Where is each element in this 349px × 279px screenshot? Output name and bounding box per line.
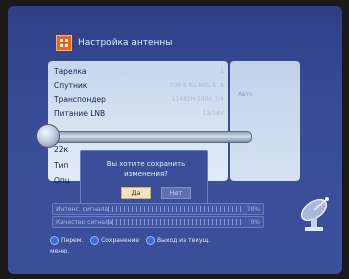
- no-button[interactable]: Нет: [161, 187, 191, 199]
- setting-value: 1: [220, 67, 224, 75]
- setting-row-lnb-power[interactable]: Питание LNB 13/18V: [54, 107, 224, 119]
- signal-quality-meter: [108, 219, 244, 225]
- antenna-setup-screen: Настройка антенны Тарелка 1 Спутник 036 …: [8, 6, 342, 274]
- yes-button[interactable]: Да: [121, 187, 151, 199]
- menu-icon: [56, 35, 72, 51]
- side-value: Авто: [238, 91, 253, 98]
- setting-label: Транспондер: [54, 94, 106, 104]
- page-header: Настройка антенны: [56, 32, 172, 54]
- footer-move: Перем.: [50, 236, 83, 245]
- side-panel: Авто: [230, 61, 300, 181]
- nav-icon: [50, 236, 59, 245]
- footer-exit: Выход из текущ.: [146, 236, 210, 245]
- signal-quality-bar: Качество сигнала 0%: [52, 216, 264, 228]
- signal-quality-value: 0%: [250, 218, 260, 226]
- signal-intensity-bar: Интенс. сигнала 78%: [52, 203, 264, 215]
- satellite-dish-icon: [300, 197, 329, 231]
- dialog-message: Вы хотите сохранить изменения?: [106, 160, 186, 178]
- setting-label: Тарелка: [54, 66, 87, 76]
- footer-save-label: Сохранение: [101, 236, 140, 244]
- slider-knob[interactable]: [36, 124, 60, 148]
- footer-move-label: Перем.: [61, 236, 84, 244]
- setting-value: 036 E Ku-NSS K, 8: [169, 81, 224, 89]
- footer-exit-cont: меню.: [50, 248, 70, 255]
- signal-intensity-label: Интенс. сигнала: [56, 205, 109, 213]
- setting-label: Спутник: [54, 80, 88, 90]
- setting-label: Питание LNB: [54, 108, 106, 118]
- footer-help: Перем. Сохранение Выход из текущ. меню.: [50, 236, 300, 256]
- setting-label: Тип: [54, 160, 69, 170]
- setting-label: 22к: [54, 144, 69, 154]
- ok-icon: [90, 236, 100, 245]
- footer-exit-label: Выход из текущ.: [157, 236, 211, 244]
- setting-row-transponder[interactable]: Транспондер 11482H 3400 3/4: [54, 93, 224, 105]
- exit-icon: [146, 236, 156, 245]
- setting-row-dish[interactable]: Тарелка 1: [54, 65, 224, 77]
- signal-intensity-value: 78%: [246, 205, 260, 213]
- footer-save: Сохранение: [90, 236, 139, 245]
- save-confirm-dialog: Вы хотите сохранить изменения? Да Нет: [80, 150, 208, 208]
- signal-intensity-meter: [108, 206, 244, 212]
- setting-row-satellite[interactable]: Спутник 036 E Ku-NSS K, 8: [54, 79, 224, 91]
- slider-track[interactable]: [42, 131, 252, 143]
- setting-label: Опц: [54, 175, 70, 185]
- setting-value: 13/18V: [202, 109, 224, 117]
- setting-value: 11482H 3400 3/4: [171, 95, 224, 103]
- signal-quality-label: Качество сигнала: [56, 218, 113, 226]
- page-title: Настройка антенны: [78, 38, 173, 48]
